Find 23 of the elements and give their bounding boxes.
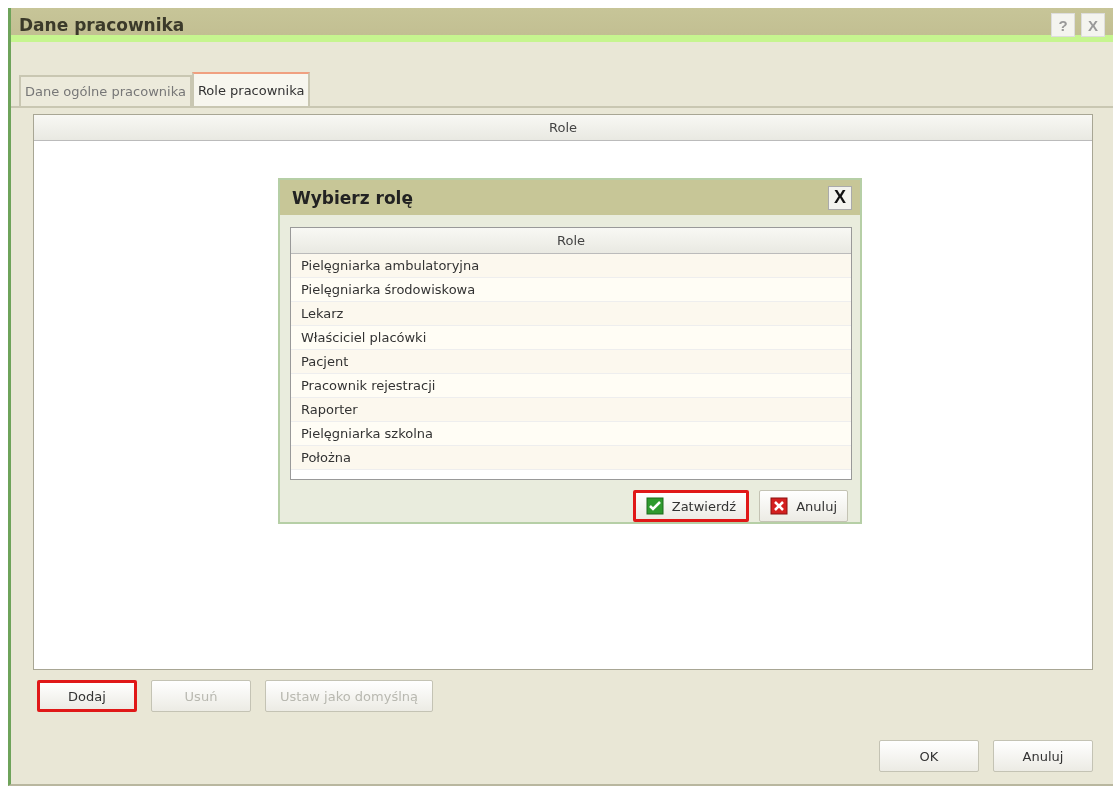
- tab[interactable]: Role pracownika: [191, 72, 311, 106]
- close-icon: [770, 497, 789, 515]
- list-item[interactable]: Pacjent: [291, 350, 851, 375]
- column-header: Role: [291, 228, 851, 255]
- ok-button[interactable]: OK: [879, 740, 979, 772]
- confirm-button[interactable]: Zatwierdź: [632, 490, 750, 522]
- action-button[interactable]: Dodaj: [37, 680, 137, 712]
- checkmark-icon: [645, 497, 664, 515]
- list-item[interactable]: Pielęgniarka ambulatoryjna: [291, 254, 851, 279]
- cancel-button[interactable]: Anuluj: [759, 490, 848, 522]
- window-title: Dane pracownika: [19, 15, 186, 35]
- list-item[interactable]: Pielęgniarka szkolna: [291, 422, 851, 447]
- tab[interactable]: Dane ogólne pracownika: [19, 75, 192, 106]
- list-item[interactable]: Położna: [291, 446, 851, 471]
- list-item[interactable]: Lekarz: [291, 302, 851, 327]
- column-header: Role: [34, 115, 1092, 141]
- list-item[interactable]: Pielęgniarka środowiskowa: [291, 278, 851, 303]
- cancel-button[interactable]: Anuluj: [993, 740, 1093, 772]
- dialog-title: Wybierz rolę: [292, 187, 414, 208]
- list-item[interactable]: Raporter: [291, 398, 851, 423]
- list-item[interactable]: Właściciel placówki: [291, 326, 851, 351]
- close-button[interactable]: X: [828, 185, 852, 210]
- list-item[interactable]: Pracownik rejestracji: [291, 374, 851, 399]
